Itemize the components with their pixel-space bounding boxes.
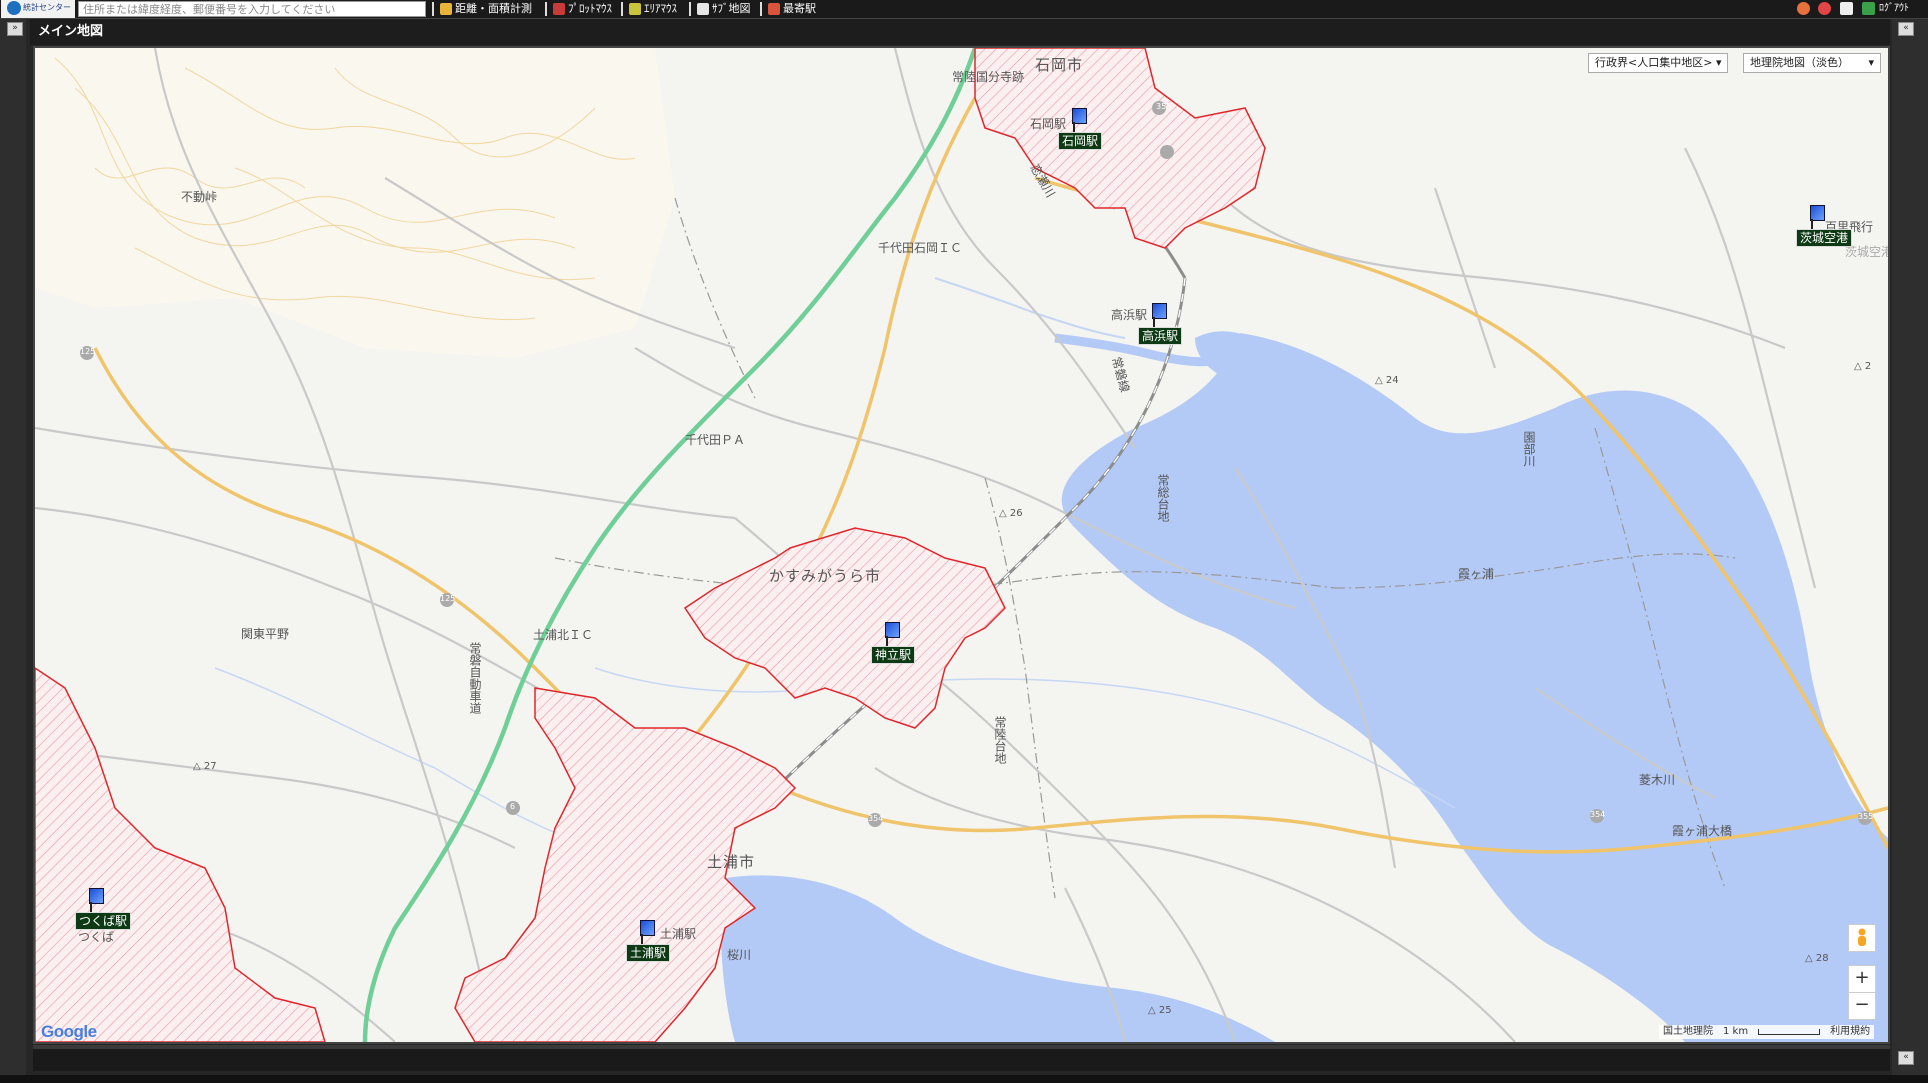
expand-left-icon[interactable]: » — [7, 22, 23, 36]
sub-map-icon — [697, 3, 709, 15]
city-label: かすみがうら市 — [769, 567, 882, 585]
station-label: つくば駅 — [75, 912, 132, 930]
route-number: 125 — [440, 594, 456, 603]
place-label: 桜川 — [727, 948, 752, 962]
basemap-value: 地理院地図（淡色） — [1750, 56, 1849, 69]
place-label: 関東平野 — [241, 627, 290, 641]
station-label: 高浜駅 — [1138, 327, 1183, 345]
map-attribution-bar: 国土地理院 1 km 利用規約 — [1659, 1025, 1875, 1039]
chevron-down-icon: ▾ — [1715, 56, 1722, 69]
city-label: 土浦市 — [707, 853, 756, 871]
station-label: 石岡駅 — [1058, 132, 1103, 150]
place-label: 常陸台地 — [993, 716, 1007, 764]
place-label: 常陸国分寺跡 — [952, 70, 1025, 84]
area-mouse-label: ｴﾘｱﾏｳｽ — [644, 2, 677, 15]
bottom-panel-bar — [33, 1045, 1890, 1071]
left-side-rail: » — [0, 19, 26, 1079]
pie-chart-icon[interactable] — [1818, 2, 1831, 15]
elevation-label: △ 25 — [1148, 1005, 1172, 1016]
route-number: 6 — [510, 802, 516, 811]
place-label: 土浦駅 — [660, 927, 697, 941]
logo-text: 統計センター — [23, 3, 71, 12]
station-label: 神立駅 — [871, 646, 916, 664]
attribution-text: 国土地理院 — [1663, 1026, 1713, 1037]
route-number: 355 — [1858, 812, 1874, 821]
scale-label: 1 km — [1723, 1026, 1749, 1037]
zoom-in-button[interactable]: + — [1848, 965, 1876, 993]
plot-mouse-button[interactable]: ﾌﾟﾛｯﾄﾏｳｽ — [553, 0, 612, 18]
station-label: 茨城空港 — [1796, 229, 1853, 247]
elevation-label: △ 24 — [1375, 375, 1399, 386]
toolbar-divider — [432, 2, 434, 16]
zoom-out-button[interactable]: − — [1848, 992, 1876, 1020]
bottom-strip — [0, 1075, 1928, 1083]
logout-icon[interactable] — [1862, 2, 1875, 15]
plot-mouse-label: ﾌﾟﾛｯﾄﾏｳｽ — [568, 2, 612, 15]
place-label: 常磐自動車道 — [468, 642, 482, 714]
map-canvas[interactable] — [35, 48, 1888, 1042]
place-label: 千代田ＰＡ — [685, 433, 746, 447]
elevation-label: △ 27 — [193, 761, 217, 772]
station-label: 土浦駅 — [626, 944, 671, 962]
help-icon[interactable] — [1840, 2, 1853, 15]
sub-map-label: ｻﾌﾞ地図 — [712, 2, 751, 15]
route-number: 355 — [1156, 102, 1172, 111]
top-toolbar: 統計センター 距離・面積計測 ﾌﾟﾛｯﾄﾏｳｽ ｴﾘｱﾏｳｽ ｻﾌﾞ地図 最寄駅… — [0, 0, 1928, 19]
toolbar-divider — [760, 2, 762, 16]
route-number: 125 — [80, 347, 96, 356]
sub-map-button[interactable]: ｻﾌﾞ地図 — [697, 0, 751, 18]
elevation-label: △ 2 — [1854, 361, 1872, 372]
terms-link[interactable]: 利用規約 — [1830, 1025, 1870, 1039]
plot-mouse-icon — [553, 3, 565, 15]
basemap-select[interactable]: 地理院地図（淡色） ▾ — [1743, 53, 1881, 73]
place-label: つくば — [78, 930, 115, 944]
nearest-station-label: 最寄駅 — [783, 2, 816, 15]
route-number: 354 — [1590, 810, 1606, 819]
toolbar-divider — [545, 2, 547, 16]
panel-title: メイン地図 — [30, 19, 1890, 45]
chevron-down-icon: ▾ — [1868, 56, 1874, 69]
distance-area-measure-label: 距離・面積計測 — [455, 2, 532, 15]
elevation-label: △ 28 — [1805, 953, 1829, 964]
place-label: 千代田石岡ＩＣ — [878, 241, 963, 255]
place-label: 園部川 — [1522, 431, 1536, 467]
globe-icon[interactable] — [1797, 2, 1810, 15]
address-search-input[interactable] — [78, 1, 426, 17]
place-label: 不動峠 — [181, 190, 218, 204]
boundary-layer-value: 行政界<人口集中地区> — [1595, 56, 1713, 69]
scale-bar — [1758, 1029, 1821, 1035]
place-label: 霞ヶ浦大橋 — [1672, 824, 1733, 838]
ruler-icon — [440, 3, 452, 15]
place-label: 霞ヶ浦 — [1458, 567, 1495, 581]
area-mouse-button[interactable]: ｴﾘｱﾏｳｽ — [629, 0, 677, 18]
place-label: 石岡駅 — [1030, 117, 1067, 131]
collapse-bottom-icon[interactable]: « — [1898, 1051, 1914, 1065]
logout-button[interactable]: ﾛｸﾞｱｳﾄ — [1879, 0, 1909, 18]
place-label: 土浦北ＩＣ — [533, 628, 594, 642]
street-view-pegman-icon[interactable] — [1848, 924, 1876, 952]
city-label: 石岡市 — [1035, 56, 1084, 74]
google-logo: Google — [41, 1022, 97, 1041]
place-label: 常総台地 — [1156, 474, 1170, 522]
route-number: 354 — [868, 814, 884, 823]
place-label: 菱木川 — [1639, 773, 1676, 787]
right-side-rail: « « — [1892, 19, 1928, 1079]
logo-mark-icon — [7, 1, 21, 15]
main-map[interactable]: 石岡市 かすみがうら市 土浦市 常陸国分寺跡 石岡駅 不動峠 千代田石岡ＩＣ 高… — [33, 46, 1890, 1044]
place-label: 高浜駅 — [1111, 308, 1148, 322]
nearest-station-icon — [768, 3, 780, 15]
toolbar-divider — [689, 2, 691, 16]
area-mouse-icon — [629, 3, 641, 15]
app-logo[interactable]: 統計センター — [1, 0, 75, 18]
elevation-label: △ 26 — [999, 508, 1023, 519]
toolbar-divider — [621, 2, 623, 16]
nearest-station-button[interactable]: 最寄駅 — [768, 0, 816, 18]
distance-area-measure-button[interactable]: 距離・面積計測 — [440, 0, 532, 18]
boundary-layer-select[interactable]: 行政界<人口集中地区> ▾ — [1588, 53, 1729, 73]
collapse-right-icon[interactable]: « — [1898, 22, 1914, 36]
